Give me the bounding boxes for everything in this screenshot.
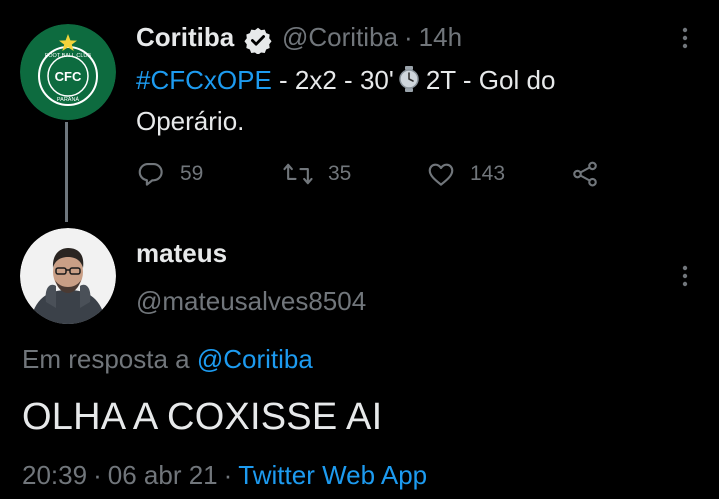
tweet-date[interactable]: 06 abr 21 [108, 460, 218, 490]
coritiba-avatar[interactable]: CFC FOOT BALL CLUB PARANÁ [20, 24, 116, 120]
hashtag-link[interactable]: #CFCxOPE [136, 65, 272, 95]
reply-mention-link[interactable]: @Coritiba [197, 344, 313, 374]
parent-handle[interactable]: @Coritiba [282, 22, 398, 52]
retweet-icon [283, 163, 313, 185]
parent-time[interactable]: 14h [419, 22, 462, 52]
goal-text: 2T - Gol do [425, 65, 556, 95]
retweet-button[interactable]: 35 [282, 158, 351, 190]
in-reply-to: Em resposta a @Coritiba [22, 344, 313, 375]
svg-text:FOOT BALL CLUB: FOOT BALL CLUB [45, 53, 91, 59]
share-icon [573, 161, 597, 187]
parent-handle-and-time: @Coritiba · 14h [282, 22, 462, 53]
reply-handle[interactable]: @mateusalves8504 [136, 286, 366, 317]
more-options-icon[interactable] [676, 26, 694, 50]
user-photo [20, 228, 116, 324]
verified-badge-icon [244, 27, 272, 54]
meta-separator: · [223, 460, 233, 490]
svg-text:CFC: CFC [55, 69, 82, 84]
in-reply-to-label: Em resposta a [22, 344, 197, 374]
thread-connector-line [65, 122, 68, 222]
reply-icon [138, 162, 163, 186]
reply-count: 59 [180, 162, 204, 185]
tweet-source-link[interactable]: Twitter Web App [238, 460, 427, 490]
reply-button[interactable]: 59 [136, 158, 203, 190]
score-text: - 2x2 - 30' [271, 65, 394, 95]
heart-icon [428, 163, 454, 186]
reply-display-name[interactable]: mateus [136, 238, 227, 269]
svg-text:PARANÁ: PARANÁ [57, 96, 80, 103]
reply-tweet-text: OLHA A COXISSE AI [22, 396, 383, 438]
time-separator: · [403, 22, 413, 52]
like-count: 143 [470, 162, 506, 185]
mateus-avatar[interactable] [20, 228, 116, 324]
retweet-count: 35 [328, 162, 352, 185]
parent-tweet-text-line2: Operário. [136, 106, 245, 136]
more-options-icon[interactable] [676, 264, 694, 288]
stopwatch-icon [399, 66, 419, 92]
tweet-time[interactable]: 20:39 [22, 460, 87, 490]
parent-tweet-text-line1: #CFCxOPE - 2x2 - 30' 2T - Gol do [136, 62, 555, 98]
parent-display-name[interactable]: Coritiba [136, 22, 234, 53]
coritiba-crest-icon: CFC FOOT BALL CLUB PARANÁ [20, 24, 116, 120]
tweet-metadata: 20:39 · 06 abr 21 · Twitter Web App [22, 460, 427, 491]
meta-separator: · [93, 460, 102, 490]
share-button[interactable] [570, 158, 614, 190]
like-button[interactable]: 143 [426, 158, 505, 190]
